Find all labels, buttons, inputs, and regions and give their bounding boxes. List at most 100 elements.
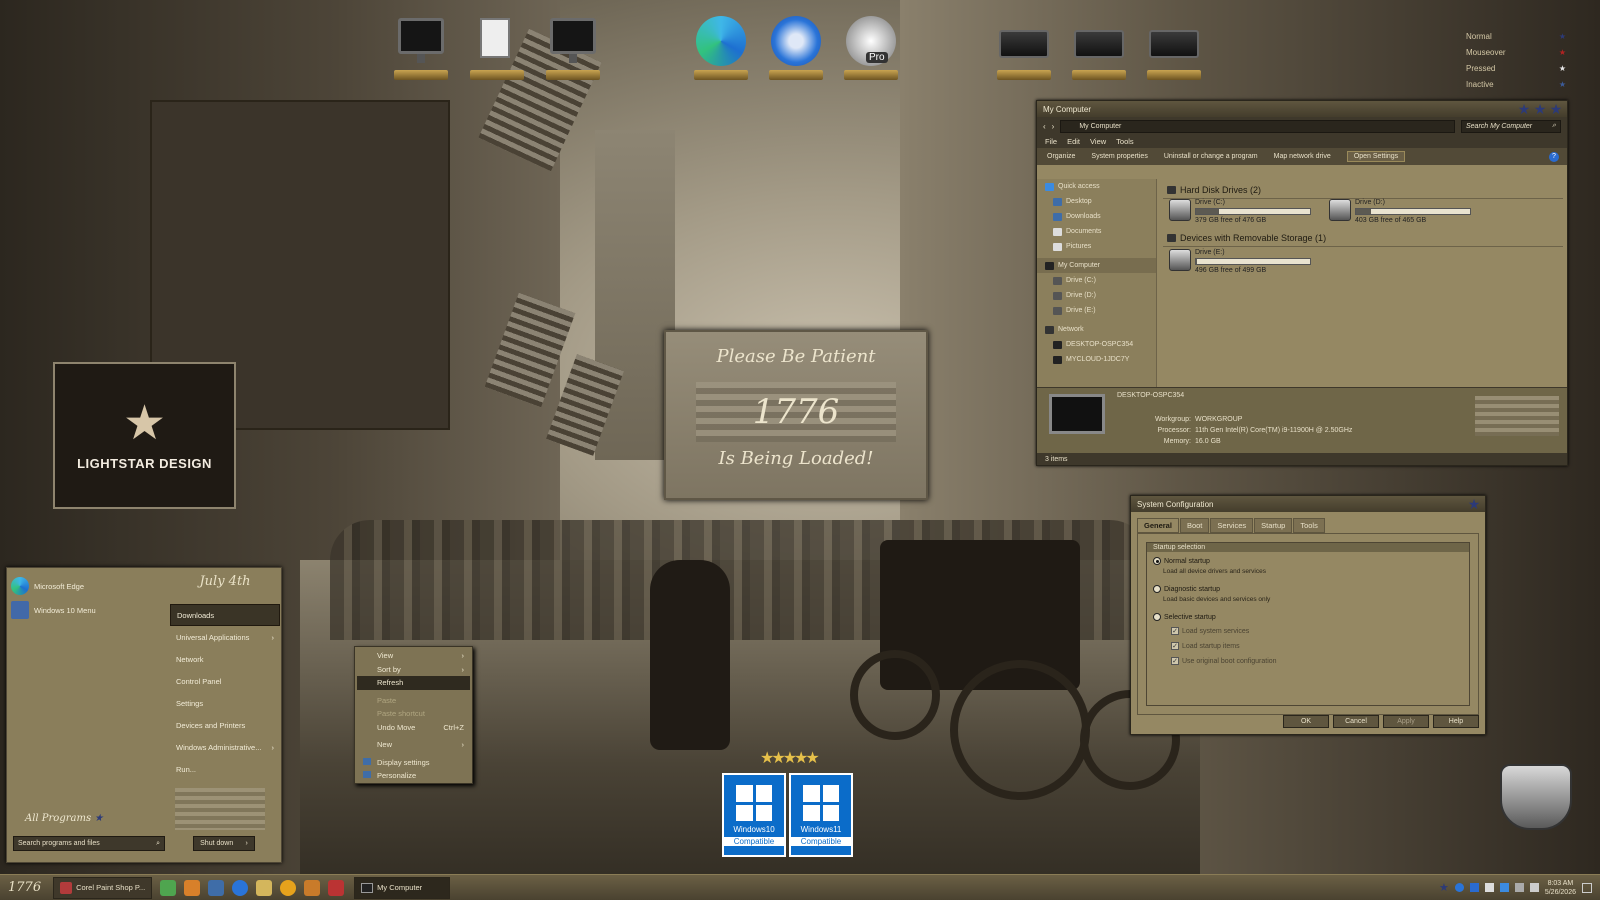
nav-drive-d[interactable]: Drive (D:) (1037, 288, 1156, 303)
nav-downloads[interactable]: Downloads (1037, 209, 1156, 224)
recycle-bin-icon[interactable] (1500, 764, 1572, 830)
tray-icon[interactable] (1469, 883, 1479, 892)
normal-startup-radio[interactable]: Normal startup (1153, 557, 1210, 565)
google-earth-pro-icon[interactable]: Pro (840, 14, 902, 80)
load-startup-items-checkbox[interactable]: ✓ Load startup items (1171, 642, 1240, 650)
nav-pc1[interactable]: DESKTOP-OSPC354 (1037, 337, 1156, 352)
ctx-paste[interactable]: Paste (357, 694, 470, 708)
sysconfig-titlebar[interactable]: System Configuration ★ (1131, 496, 1485, 512)
clock[interactable]: 8:03 AM 5/26/2026 (1545, 879, 1576, 897)
app-icon[interactable] (160, 879, 177, 896)
start-item-downloads[interactable]: Downloads (170, 604, 280, 626)
close-star-button[interactable]: ★ (1467, 497, 1481, 511)
folder-icon[interactable] (280, 879, 297, 896)
notifications-icon[interactable] (1582, 882, 1592, 893)
tray-icon[interactable] (1454, 883, 1464, 892)
edge-icon[interactable] (690, 14, 752, 80)
nav-pictures[interactable]: Pictures (1037, 239, 1156, 254)
menu-tools[interactable]: Tools (1116, 137, 1134, 146)
tab-services[interactable]: Services (1210, 518, 1254, 533)
menu-edit[interactable]: Edit (1067, 137, 1080, 146)
start-item-devices[interactable]: Devices and Printers (170, 714, 280, 736)
explorer-window[interactable]: My Computer ★ ★ ★ ‹ › My Computer Search… (1036, 100, 1568, 466)
minimize-star-button[interactable]: ★ (1517, 102, 1531, 116)
ctx-refresh[interactable]: Refresh (357, 676, 470, 690)
group-hard-disks[interactable]: Hard Disk Drives (2) (1163, 181, 1563, 199)
group-removable[interactable]: Devices with Removable Storage (1) (1163, 229, 1563, 247)
start-menu[interactable]: Microsoft Edge Windows 10 Menu July 4th … (6, 567, 282, 863)
shutdown-button[interactable]: Shut down › (193, 836, 255, 851)
start-search-input[interactable]: Search programs and files ⌕ (13, 836, 165, 851)
menu-file[interactable]: File (1045, 137, 1057, 146)
open-settings-button[interactable]: Open Settings (1346, 151, 1406, 162)
tab-boot[interactable]: Boot (1179, 518, 1210, 533)
ctx-paste-shortcut[interactable]: Paste shortcut (357, 707, 470, 721)
drive-c-tile[interactable]: Drive (C:) 379 GB free of 476 GB (1169, 199, 1311, 224)
dock-drive-icon[interactable] (993, 14, 1055, 80)
menu-view[interactable]: View (1090, 137, 1106, 146)
help-button[interactable]: Help (1433, 715, 1479, 728)
shield-icon[interactable] (1499, 883, 1509, 892)
nav-drive-c[interactable]: Drive (C:) (1037, 273, 1156, 288)
pinned-edge[interactable]: Microsoft Edge (11, 574, 171, 598)
start-item-run[interactable]: Run... (170, 758, 280, 780)
system-properties-button[interactable]: System properties (1091, 153, 1147, 160)
tab-tools[interactable]: Tools (1293, 518, 1325, 533)
address-bar[interactable]: My Computer (1060, 119, 1455, 133)
ok-button[interactable]: OK (1283, 715, 1329, 728)
map-drive-button[interactable]: Map network drive (1274, 153, 1331, 160)
start-item-universal-apps[interactable]: Universal Applications › (170, 626, 280, 648)
notes-icon[interactable] (256, 879, 273, 896)
app-icon[interactable] (184, 879, 201, 896)
dock-network-icon[interactable] (542, 14, 604, 80)
ctx-view[interactable]: View › (357, 649, 470, 663)
diagnostic-startup-radio[interactable]: Diagnostic startup (1153, 585, 1220, 593)
search-input[interactable]: Search My Computer ⌕ (1461, 119, 1561, 133)
cancel-button[interactable]: Cancel (1333, 715, 1379, 728)
desktop-context-menu[interactable]: View › Sort by › Refresh Paste Paste short… (354, 646, 473, 784)
ctx-new[interactable]: New › (357, 738, 470, 752)
original-boot-config-checkbox[interactable]: ✓ Use original boot configuration (1171, 657, 1277, 665)
nav-drive-e[interactable]: Drive (E:) (1037, 303, 1156, 318)
nav-quick-access[interactable]: Quick access (1037, 179, 1156, 194)
back-arrow-icon[interactable]: ‹ (1043, 122, 1046, 131)
start-button[interactable]: 1776 (0, 880, 49, 895)
drive-d-tile[interactable]: Drive (D:) 403 GB free of 465 GB (1329, 199, 1471, 224)
ctx-sort-by[interactable]: Sort by › (357, 663, 470, 677)
drive-e-tile[interactable]: Drive (E:) 496 GB free of 499 GB (1169, 249, 1311, 274)
organize-button[interactable]: Organize (1047, 153, 1075, 160)
load-system-services-checkbox[interactable]: ✓ Load system services (1171, 627, 1249, 635)
action-center-icon[interactable] (1529, 883, 1539, 892)
ctx-personalize[interactable]: Personalize (357, 769, 470, 783)
tab-general[interactable]: General (1137, 518, 1179, 533)
ctx-undo-move[interactable]: Undo Move Ctrl+Z (357, 721, 470, 735)
thunderbird-icon[interactable] (232, 879, 249, 896)
taskbar-my-computer[interactable]: My Computer (354, 876, 451, 899)
media-icon[interactable] (304, 879, 321, 896)
pinned-windows10-menu[interactable]: Windows 10 Menu (11, 598, 171, 622)
nav-desktop[interactable]: Desktop (1037, 194, 1156, 209)
star-icon[interactable]: ★ (1439, 881, 1449, 894)
start-item-settings[interactable]: Settings (170, 692, 280, 714)
uninstall-button[interactable]: Uninstall or change a program (1164, 153, 1258, 160)
thunderbird-icon[interactable] (765, 14, 827, 80)
forward-arrow-icon[interactable]: › (1052, 122, 1055, 131)
start-item-admin[interactable]: Windows Administrative... › (170, 736, 280, 758)
dock-documents-icon[interactable] (466, 14, 528, 80)
start-item-control-panel[interactable]: Control Panel (170, 670, 280, 692)
nav-pc2[interactable]: MYCLOUD-1JDC7Y (1037, 352, 1156, 367)
selective-startup-radio[interactable]: Selective startup (1153, 613, 1216, 621)
explorer-titlebar[interactable]: My Computer ★ ★ ★ (1037, 101, 1567, 117)
nav-documents[interactable]: Documents (1037, 224, 1156, 239)
tab-startup[interactable]: Startup (1254, 518, 1293, 533)
network-tray-icon[interactable] (1484, 883, 1494, 892)
calendar-icon[interactable] (328, 879, 345, 896)
ctx-display-settings[interactable]: Display settings (357, 756, 470, 770)
all-programs-button[interactable]: All Programs ★ (25, 813, 103, 824)
dock-drive-icon[interactable] (1143, 14, 1205, 80)
system-configuration-window[interactable]: System Configuration ★ General Boot Serv… (1130, 495, 1486, 735)
dock-computer-icon[interactable] (390, 14, 452, 80)
help-icon[interactable]: ? (1549, 151, 1559, 162)
apply-button[interactable]: Apply (1383, 715, 1429, 728)
nav-my-computer[interactable]: My Computer (1037, 258, 1156, 273)
